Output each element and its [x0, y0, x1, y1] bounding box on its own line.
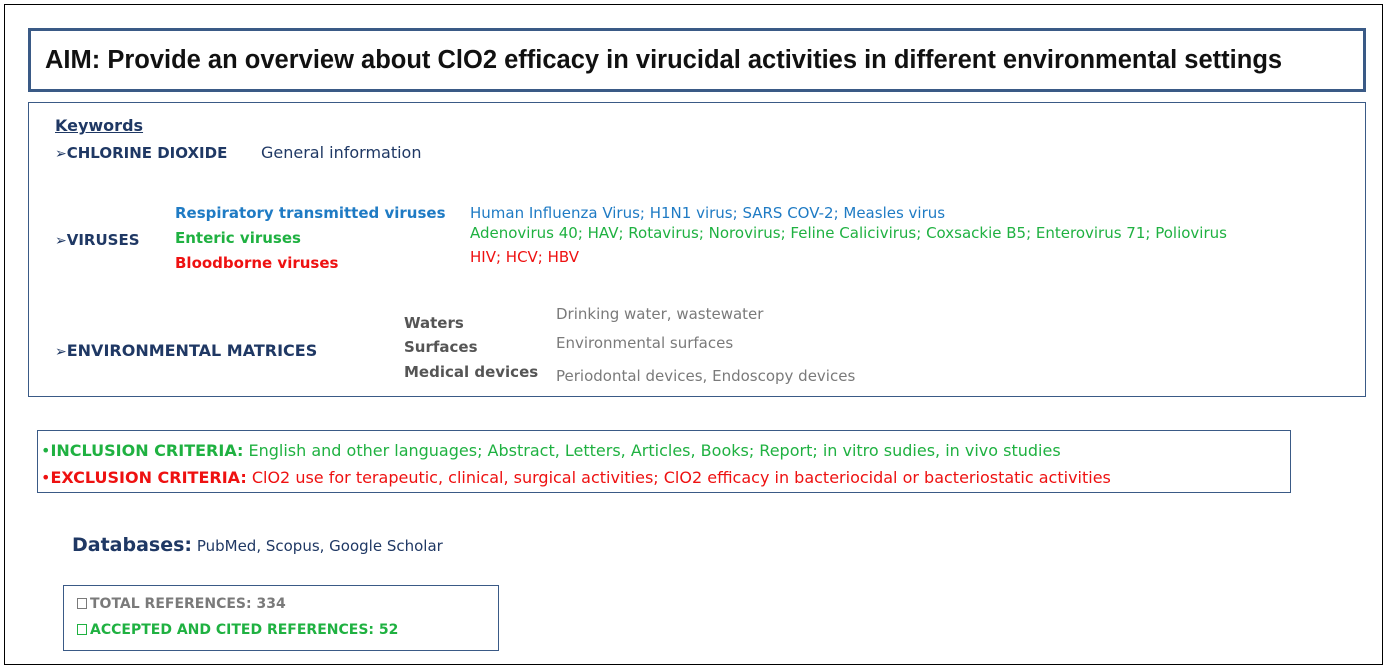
- bloodborne-viruses-list: HIV; HCV; HBV: [470, 248, 579, 266]
- arrow-icon: ➢: [55, 344, 67, 360]
- matrix-surfaces-label: Surfaces: [404, 338, 478, 356]
- keywords-box: Keywords ➢CHLORINE DIOXIDE General infor…: [28, 102, 1366, 397]
- aim-box: AIM: Provide an overview about ClO2 effi…: [28, 28, 1366, 92]
- matrix-medical-desc: Periodontal devices, Endoscopy devices: [556, 367, 856, 385]
- exclusion-text: ClO2 use for terapeutic, clinical, surgi…: [251, 468, 1111, 487]
- matrix-waters-label: Waters: [404, 314, 464, 332]
- matrix-surfaces-desc: Environmental surfaces: [556, 334, 734, 352]
- checkbox-icon: [77, 598, 87, 609]
- enteric-viruses-label: Enteric viruses: [175, 229, 301, 247]
- viruses-label: VIRUSES: [66, 231, 140, 249]
- exclusion-row: •EXCLUSION CRITERIA: ClO2 use for terape…: [41, 469, 1111, 487]
- databases-row: Databases: PubMed, Scopus, Google Schola…: [72, 534, 443, 556]
- total-references-row: TOTAL REFERENCES: 334: [77, 595, 286, 613]
- checkbox-icon: [77, 624, 87, 635]
- keywords-heading: Keywords: [55, 116, 144, 135]
- criteria-box: •INCLUSION CRITERIA: English and other l…: [37, 430, 1291, 493]
- matrix-medical-label: Medical devices: [404, 363, 539, 381]
- bloodborne-viruses-label: Bloodborne viruses: [175, 254, 339, 272]
- accepted-references: ACCEPTED AND CITED REFERENCES: 52: [90, 622, 399, 638]
- total-references: TOTAL REFERENCES: 334: [90, 596, 286, 612]
- inclusion-text: English and other languages; Abstract, L…: [248, 441, 1061, 460]
- arrow-icon: ➢: [55, 233, 67, 249]
- inclusion-row: •INCLUSION CRITERIA: English and other l…: [41, 442, 1061, 460]
- inclusion-label: INCLUSION CRITERIA:: [50, 441, 244, 460]
- viruses-row: ➢VIRUSES: [55, 231, 140, 250]
- enteric-viruses-list: Adenovirus 40; HAV; Rotavirus; Norovirus…: [470, 224, 1227, 242]
- aim-title: AIM: Provide an overview about ClO2 effi…: [45, 45, 1283, 74]
- environmental-label: ENVIRONMENTAL MATRICES: [66, 341, 318, 360]
- exclusion-label: EXCLUSION CRITERIA:: [50, 468, 247, 487]
- arrow-icon: ➢: [55, 146, 67, 162]
- matrix-waters-desc: Drinking water, wastewater: [556, 305, 764, 323]
- respiratory-viruses-list: Human Influenza Virus; H1N1 virus; SARS …: [470, 204, 946, 222]
- chlorine-desc: General information: [261, 143, 422, 162]
- references-box: TOTAL REFERENCES: 334 ACCEPTED AND CITED…: [63, 585, 499, 651]
- databases-label: Databases:: [72, 534, 193, 556]
- chlorine-label: CHLORINE DIOXIDE: [66, 144, 228, 162]
- respiratory-viruses-label: Respiratory transmitted viruses: [175, 204, 446, 222]
- chlorine-row: ➢CHLORINE DIOXIDE: [55, 144, 227, 163]
- accepted-references-row: ACCEPTED AND CITED REFERENCES: 52: [77, 621, 398, 639]
- databases-list: PubMed, Scopus, Google Scholar: [196, 537, 443, 555]
- environmental-row: ➢ENVIRONMENTAL MATRICES: [55, 342, 317, 361]
